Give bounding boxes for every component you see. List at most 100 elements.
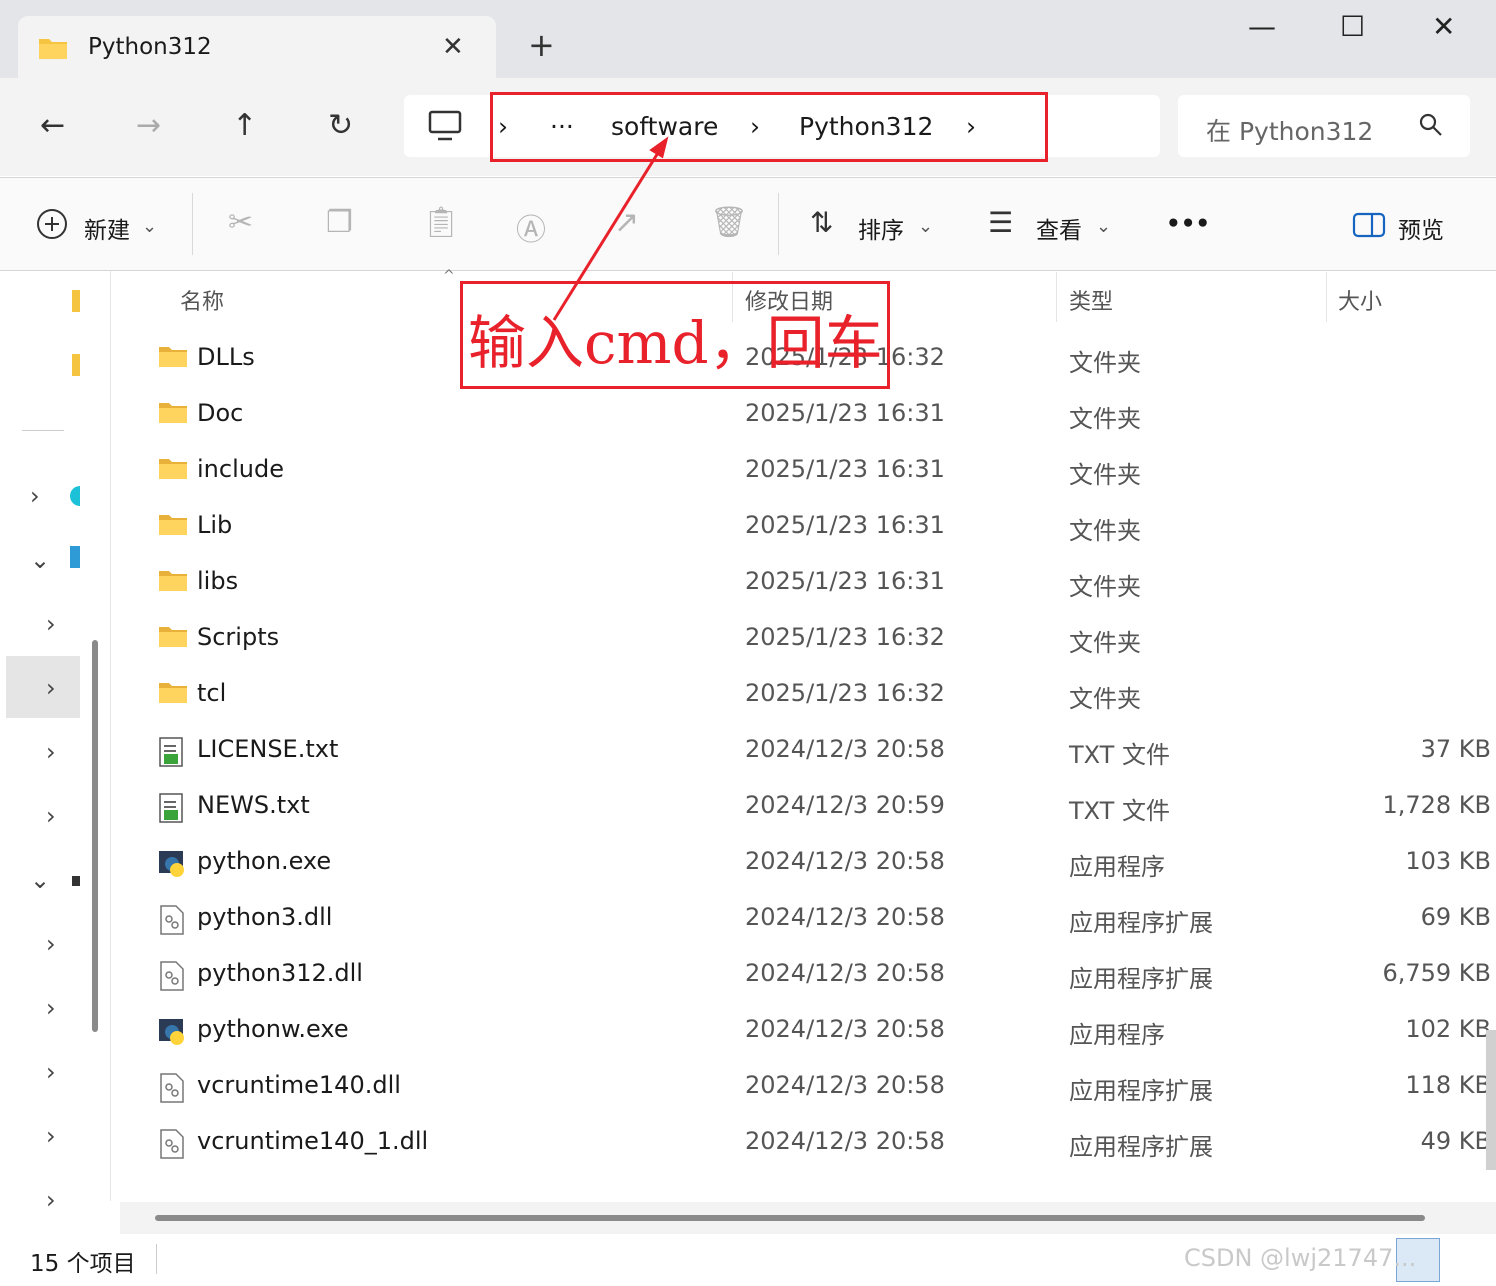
file-size: 102 KB bbox=[1405, 1015, 1491, 1043]
file-name: vcruntime140.dll bbox=[197, 1071, 401, 1099]
dll-file-icon bbox=[158, 904, 188, 935]
file-name: pythonw.exe bbox=[197, 1015, 349, 1043]
file-size: 118 KB bbox=[1405, 1071, 1491, 1099]
close-window-icon[interactable]: ✕ bbox=[1432, 10, 1455, 43]
file-name: Doc bbox=[197, 399, 244, 427]
folder-icon bbox=[158, 344, 188, 370]
sort-icon[interactable]: ⇅ bbox=[810, 206, 833, 239]
file-type: 应用程序 bbox=[1069, 853, 1165, 881]
cut-icon[interactable]: ✂ bbox=[228, 205, 253, 240]
refresh-icon[interactable]: ↻ bbox=[328, 108, 353, 143]
file-type: 文件夹 bbox=[1069, 405, 1141, 433]
collapse-chevron-icon[interactable]: ⌄ bbox=[30, 866, 50, 894]
folder-icon bbox=[158, 680, 188, 706]
file-date: 2025/1/23 16:31 bbox=[745, 511, 945, 539]
column-header-name[interactable]: 名称 bbox=[180, 284, 224, 316]
new-tab-button[interactable]: + bbox=[528, 26, 555, 64]
computer-icon[interactable] bbox=[428, 110, 462, 146]
file-date: 2025/1/23 16:31 bbox=[745, 567, 945, 595]
paste-icon[interactable]: 📋︎ bbox=[422, 205, 460, 240]
preview-button[interactable]: 预览 bbox=[1398, 211, 1444, 245]
column-header-size[interactable]: 大小 bbox=[1338, 284, 1382, 316]
view-icon[interactable]: ☰ bbox=[988, 206, 1013, 239]
expand-chevron-icon[interactable]: › bbox=[30, 482, 40, 510]
expand-chevron-icon[interactable]: › bbox=[46, 1186, 56, 1214]
minimize-icon[interactable]: — bbox=[1248, 10, 1276, 43]
chevron-down-icon[interactable]: ⌄ bbox=[918, 216, 933, 237]
text-file-icon bbox=[158, 792, 188, 823]
column-divider[interactable] bbox=[1326, 272, 1327, 322]
file-name: DLLs bbox=[197, 343, 255, 371]
divider bbox=[156, 1244, 157, 1274]
file-date: 2024/12/3 20:58 bbox=[745, 903, 945, 931]
vertical-scrollbar[interactable] bbox=[1486, 1030, 1496, 1170]
preview-pane-icon[interactable] bbox=[1352, 212, 1386, 242]
folder-icon bbox=[72, 354, 80, 376]
sidebar-selected-item[interactable] bbox=[6, 656, 80, 718]
tab-title: Python312 bbox=[88, 34, 212, 60]
more-options-button[interactable]: ••• bbox=[1166, 211, 1210, 237]
divider bbox=[22, 430, 64, 431]
up-icon[interactable]: ↑ bbox=[232, 108, 257, 143]
file-name: Lib bbox=[197, 511, 233, 539]
file-type: 文件夹 bbox=[1069, 685, 1141, 713]
expand-chevron-icon[interactable]: › bbox=[46, 930, 56, 958]
network-icon bbox=[72, 876, 80, 886]
file-type: 文件夹 bbox=[1069, 461, 1141, 489]
file-type: 文件夹 bbox=[1069, 349, 1141, 377]
horizontal-scrollbar-thumb[interactable] bbox=[155, 1215, 1425, 1221]
expand-chevron-icon[interactable]: › bbox=[46, 674, 56, 702]
file-size: 1,728 KB bbox=[1382, 791, 1491, 819]
collapse-chevron-icon[interactable]: ⌄ bbox=[30, 546, 50, 574]
folder-icon bbox=[72, 290, 80, 312]
view-button[interactable]: 查看 bbox=[1036, 211, 1082, 245]
pane-divider bbox=[110, 271, 111, 1201]
folder-icon bbox=[158, 568, 188, 594]
folder-icon bbox=[158, 456, 188, 482]
file-type: TXT 文件 bbox=[1069, 797, 1170, 825]
file-date: 2025/1/23 16:32 bbox=[745, 679, 945, 707]
expand-chevron-icon[interactable]: › bbox=[46, 738, 56, 766]
file-type: 应用程序 bbox=[1069, 1021, 1165, 1049]
sidebar-scrollbar[interactable] bbox=[92, 640, 98, 1032]
file-date: 2024/12/3 20:58 bbox=[745, 959, 945, 987]
close-tab-icon[interactable]: ✕ bbox=[442, 32, 464, 62]
folder-icon bbox=[158, 512, 188, 538]
new-icon[interactable] bbox=[36, 208, 68, 244]
maximize-icon[interactable]: ☐ bbox=[1340, 10, 1365, 43]
file-name: NEWS.txt bbox=[197, 791, 310, 819]
forward-icon[interactable]: → bbox=[136, 108, 161, 143]
expand-chevron-icon[interactable]: › bbox=[46, 1122, 56, 1150]
copy-icon[interactable]: ❐ bbox=[326, 205, 353, 240]
chevron-down-icon[interactable]: ⌄ bbox=[142, 216, 157, 237]
new-button[interactable]: 新建 bbox=[84, 211, 130, 245]
search-icon[interactable] bbox=[1418, 112, 1444, 144]
file-date: 2024/12/3 20:58 bbox=[745, 847, 945, 875]
tab-python312[interactable]: Python312 ✕ bbox=[18, 16, 496, 78]
file-type: 应用程序扩展 bbox=[1069, 1133, 1213, 1161]
text-file-icon bbox=[158, 736, 188, 767]
chevron-down-icon[interactable]: ⌄ bbox=[1096, 216, 1111, 237]
item-count: 15 个项目 bbox=[30, 1251, 136, 1277]
expand-chevron-icon[interactable]: › bbox=[46, 994, 56, 1022]
expand-chevron-icon[interactable]: › bbox=[46, 802, 56, 830]
file-name: libs bbox=[197, 567, 239, 595]
file-size: 49 KB bbox=[1420, 1127, 1491, 1155]
file-date: 2024/12/3 20:58 bbox=[745, 1015, 945, 1043]
file-date: 2025/1/23 16:31 bbox=[745, 399, 945, 427]
expand-chevron-icon[interactable]: › bbox=[46, 610, 56, 638]
watermark: CSDN @lwj21747... bbox=[1184, 1244, 1417, 1272]
sort-button[interactable]: 排序 bbox=[858, 211, 904, 245]
column-divider[interactable] bbox=[1056, 272, 1057, 322]
back-icon[interactable]: ← bbox=[40, 108, 65, 143]
file-name: python.exe bbox=[197, 847, 332, 875]
column-header-type[interactable]: 类型 bbox=[1069, 284, 1113, 316]
file-type: 文件夹 bbox=[1069, 629, 1141, 657]
python-exe-icon bbox=[158, 848, 188, 877]
delete-icon[interactable]: 🗑︎ bbox=[710, 205, 748, 240]
file-size: 6,759 KB bbox=[1382, 959, 1491, 987]
search-input[interactable]: 在 Python312 bbox=[1206, 112, 1373, 148]
file-name: include bbox=[197, 455, 284, 483]
folder-icon bbox=[158, 400, 188, 426]
expand-chevron-icon[interactable]: › bbox=[46, 1058, 56, 1086]
